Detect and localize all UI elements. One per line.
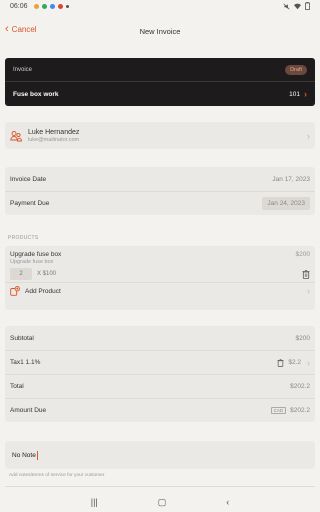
chevron-right-icon: › [307,357,310,368]
app-icon [41,3,47,9]
text-cursor [36,450,38,460]
amount-due-value: $202.2 [290,407,310,414]
line-item-header[interactable]: Upgrade fuse box $200 [5,246,315,258]
total-label: Total [10,383,24,390]
client-name: Luke Hernandez [28,128,80,136]
total-row: Total $202.2 [5,374,315,398]
notes-value: No Note [12,451,36,459]
status-bar: 06:06 [0,0,320,12]
invoice-date-value: Jan 17, 2023 [272,175,310,183]
invoice-title: Fuse box work [13,90,59,98]
app-icon [49,3,55,9]
notification-icon [33,3,39,9]
invoice-status-row: Invoice Draft [5,58,315,82]
tax-label: Tax1 1.1% [10,359,41,366]
add-product-icon [10,286,20,296]
item-name: Upgrade fuse box [10,251,62,258]
amount-due-row: Amount Due CAD $202.2 [5,398,315,422]
trash-icon[interactable] [302,269,310,279]
invoice-label: Invoice [13,66,33,73]
total-value: $202.2 [290,383,310,390]
cancel-label: Cancel [11,25,37,34]
item-quantity-row: 2 X $100 [5,266,315,282]
item-price: $200 [295,251,310,258]
mute-icon [283,2,290,10]
users-icon [10,130,22,141]
client-row[interactable]: Luke Hernandez luke@mailinator.com › [5,122,315,149]
home-icon[interactable]: ▢ [158,497,167,508]
subtotal-label: Subtotal [10,334,34,342]
notes-help-text: Add notes/terms of service for your cust… [9,473,105,478]
divider [5,486,315,487]
status-time: 06:06 [10,2,28,10]
wifi-icon [294,3,301,9]
page-title: New Invoice [139,26,181,36]
invoice-title-row[interactable]: Fuse box work 101 › [5,82,315,106]
invoice-date-row[interactable]: Invoice Date Jan 17, 2023 [5,167,315,191]
trash-icon[interactable] [277,358,284,367]
amount-due-label: Amount Due [10,407,47,414]
amount-due-group: CAD $202.2 [270,407,310,414]
tax-value-group: $2.2 › [277,358,310,368]
item-unit-price: X $100 [37,271,57,277]
invoice-number: 101 [289,90,300,98]
payment-due-row: Payment Due Jan 24, 2023 [5,191,315,215]
back-icon[interactable]: ‹ [226,497,229,507]
totals-card: Subtotal $200 Tax1 1.1% $2.2 › Total $20… [5,326,315,422]
quantity-input[interactable]: 2 [10,268,32,280]
chevron-right-icon: › [307,130,310,141]
invoice-header-card: Invoice Draft Fuse box work 101 › [5,58,315,106]
status-badge: Draft [285,64,307,75]
navbar: ‹ Cancel New Invoice [0,20,320,42]
invoice-date-label: Invoice Date [10,175,47,183]
item-description: Upgrade fuse box [10,259,54,265]
notes-field[interactable]: No Note [5,441,315,469]
client-info: Luke Hernandez luke@mailinator.com [28,129,79,143]
payment-due-label: Payment Due [10,200,50,207]
tax-row[interactable]: Tax1 1.1% $2.2 › [5,350,315,374]
add-product-label: Add Product [25,287,61,295]
add-product-button[interactable]: Add Product › [5,282,315,299]
client-email: luke@mailinator.com [28,136,80,143]
recent-apps-icon[interactable]: ||| [91,497,98,507]
products-card: Upgrade fuse box $200 Upgrade fuse box 2… [5,246,315,310]
tax-value: $2.2 [288,359,301,366]
dates-card: Invoice Date Jan 17, 2023 Payment Due Ja… [5,167,315,215]
currency-badge: CAD [270,407,287,414]
payment-due-picker[interactable]: Jan 24, 2023 [262,197,310,210]
battery-icon [305,2,310,10]
chevron-left-icon: ‹ [5,23,9,35]
subtotal-row: Subtotal $200 [5,326,315,350]
dot-icon [65,4,69,8]
chevron-right-icon: › [304,89,307,99]
system-nav-bar: ||| ▢ ‹ [0,492,320,512]
chevron-right-icon: › [307,286,310,296]
products-section-label: PRODUCTS [8,235,39,241]
cancel-button[interactable]: ‹ Cancel [5,24,37,35]
subtotal-value: $200 [295,334,310,342]
chrome-icon [57,3,63,9]
